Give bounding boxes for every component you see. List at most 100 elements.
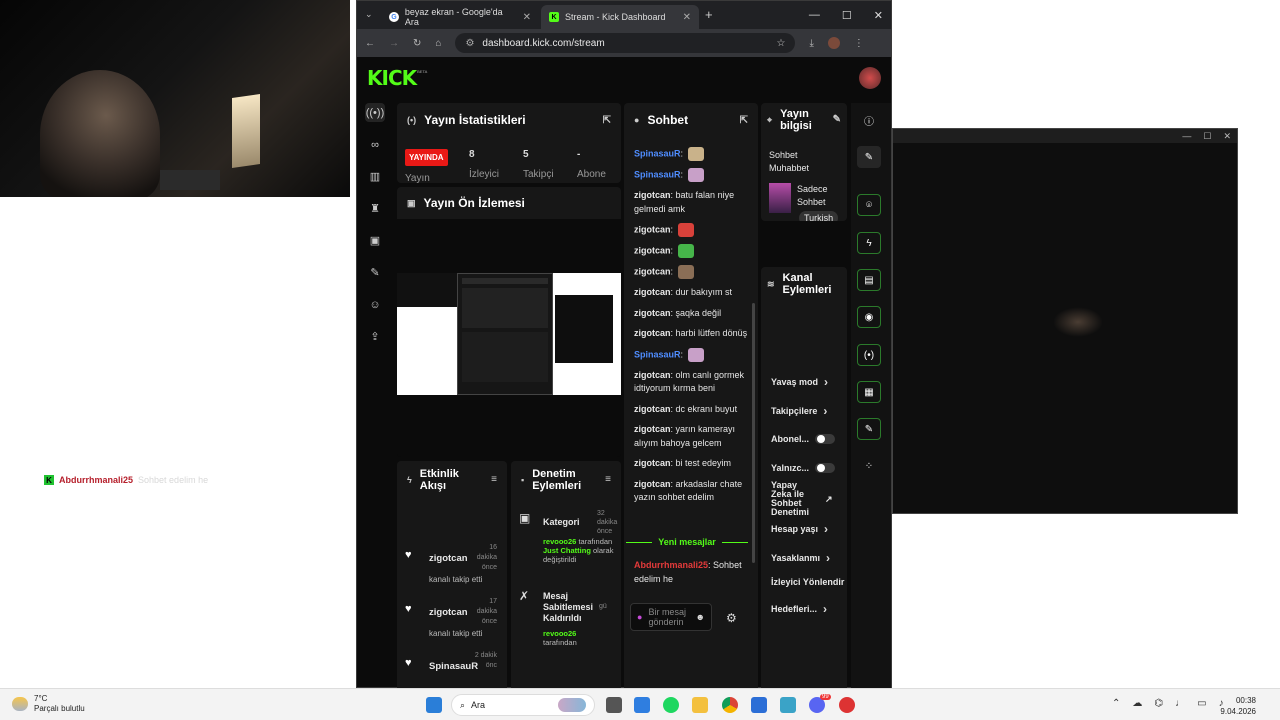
reload-icon[interactable]: ↻	[413, 38, 421, 49]
new-tab-button[interactable]: +	[705, 7, 713, 22]
chat-username[interactable]: zigotcan	[634, 458, 671, 468]
chat-username[interactable]: zigotcan	[634, 370, 671, 380]
category-thumbnail[interactable]	[769, 183, 791, 213]
chat-message-list[interactable]: SpinasauR: SpinasauR: zigotcan: batu fal…	[634, 147, 752, 547]
maximize-icon[interactable]: ☐	[1203, 131, 1211, 142]
chat-username[interactable]: zigotcan	[634, 308, 671, 318]
stream-nav-icon[interactable]: ((•))	[365, 103, 385, 122]
toggle-switch[interactable]	[815, 434, 835, 444]
forward-icon[interactable]: →	[389, 38, 399, 49]
chat-username[interactable]: zigotcan	[634, 190, 671, 200]
chat-scrollbar[interactable]	[752, 303, 755, 563]
tab-close-icon[interactable]: ✕	[683, 12, 691, 23]
video-nav-icon[interactable]: ▣	[365, 231, 385, 250]
chat-username[interactable]: zigotcan	[634, 287, 671, 297]
chat-username[interactable]: zigotcan	[634, 245, 671, 255]
info-icon[interactable]: ⓘ	[857, 109, 881, 131]
spotify-icon[interactable]	[663, 697, 679, 713]
community-nav-icon[interactable]: ☺	[365, 295, 385, 314]
group-icon[interactable]: ⁘	[857, 455, 881, 477]
tag-chip[interactable]: Turkish	[799, 211, 839, 221]
toggle-switch[interactable]	[815, 463, 836, 473]
mod-user-link[interactable]: revooo26	[543, 537, 576, 546]
mic-tray-icon[interactable]: ♩	[1175, 698, 1185, 709]
stream-preview-frame[interactable]	[397, 273, 621, 395]
notes-icon[interactable]: ▤	[857, 269, 881, 291]
edit-icon[interactable]: ✎	[857, 146, 881, 168]
home-icon[interactable]: ⌂	[435, 38, 441, 49]
category-name[interactable]: Sadece Sohbet	[797, 183, 843, 209]
channel-action-item[interactable]: Yavaş mod ›	[771, 375, 828, 389]
analytics-nav-icon[interactable]: ▥	[365, 167, 385, 186]
download-icon[interactable]: ⤓	[809, 38, 813, 49]
channel-action-item[interactable]: Yalnızc...	[771, 463, 836, 473]
store-icon[interactable]	[634, 697, 650, 713]
chat-input[interactable]: ● Bir mesaj gönderin ☻	[630, 603, 712, 631]
chat-username[interactable]: SpinasauR	[634, 349, 681, 359]
channel-action-item[interactable]: Abonel...	[771, 434, 835, 444]
filter-icon[interactable]: ≡	[491, 474, 497, 486]
broadcast-icon[interactable]: (•)	[857, 344, 881, 366]
file-explorer-icon[interactable]	[692, 697, 708, 713]
clock[interactable]: 00:38 9.04.2026	[1220, 695, 1256, 717]
chat-username[interactable]: Abdurrhmanali25	[634, 560, 708, 570]
chat-username[interactable]: SpinasauR	[634, 169, 681, 179]
wrench-icon[interactable]: ✎	[857, 418, 881, 440]
chat-username[interactable]: SpinasauR	[634, 148, 681, 158]
tab-close-icon[interactable]: ✕	[523, 12, 531, 23]
mail-icon[interactable]	[751, 697, 767, 713]
chat-username[interactable]: zigotcan	[634, 224, 671, 234]
profile-icon[interactable]	[827, 37, 840, 49]
chat-username[interactable]: zigotcan	[634, 328, 671, 338]
kick-logo[interactable]: KICK	[367, 66, 417, 90]
wrench-nav-icon[interactable]: ✎	[365, 263, 385, 282]
tab-google[interactable]: G beyaz ekran - Google'da Ara ✕	[381, 5, 539, 29]
back-icon[interactable]: ←	[365, 38, 375, 49]
url-field[interactable]: ⚙ dashboard.kick.com/stream ☆	[455, 33, 796, 53]
channel-action-item[interactable]: Yapay Zeka ile Sohbet Denetimi ↗	[771, 481, 833, 517]
mod-category-link[interactable]: Just Chatting	[543, 546, 591, 555]
mic-icon[interactable]: ●	[637, 612, 642, 622]
chat-popout-icon[interactable]: ⇱	[740, 115, 748, 126]
network-icon[interactable]: ⌬	[1154, 698, 1163, 709]
channel-action-item[interactable]: Hedefleri... ›	[771, 602, 827, 616]
minimize-icon[interactable]: —	[1182, 131, 1191, 141]
app-icon[interactable]	[780, 697, 796, 713]
mod-user-link[interactable]: revooo26	[543, 629, 576, 638]
chevron-up-icon[interactable]: ⌃	[1112, 698, 1120, 709]
display-icon[interactable]: ▭	[1197, 698, 1206, 709]
channel-action-item[interactable]: Takipçilere ›	[771, 404, 827, 418]
bookmark-star-icon[interactable]: ☆	[776, 38, 785, 49]
task-view-icon[interactable]	[606, 697, 622, 713]
activity-username[interactable]: zigotcan	[429, 607, 468, 618]
close-button[interactable]: ✕	[874, 9, 883, 22]
tab-search-icon[interactable]: ⌄	[365, 9, 373, 20]
user-avatar[interactable]	[859, 67, 881, 89]
chrome-icon[interactable]	[722, 697, 738, 713]
chat-username[interactable]: zigotcan	[634, 266, 671, 276]
link-nav-icon[interactable]: ∞	[365, 135, 385, 154]
weather-widget[interactable]: 7°C Parçalı bulutlu	[12, 694, 85, 714]
mod-filter-icon[interactable]: ≡	[605, 474, 611, 486]
site-info-icon[interactable]: ⚙	[465, 38, 474, 49]
start-icon[interactable]	[426, 697, 442, 713]
chat-username[interactable]: zigotcan	[634, 479, 671, 489]
edit-info-icon[interactable]: ✎	[833, 114, 841, 126]
taskbar-search[interactable]: ⌕ Ara	[451, 694, 595, 716]
minimize-button[interactable]: —	[809, 9, 820, 21]
channel-action-item[interactable]: İzleyici Yönlendir	[771, 577, 844, 587]
menu-icon[interactable]: ⋮	[854, 38, 864, 49]
cloud-icon[interactable]: ☁	[1132, 698, 1142, 709]
trophy-nav-icon[interactable]: ♜	[365, 199, 385, 218]
upload-nav-icon[interactable]: ⇪	[365, 327, 385, 346]
emoji-icon[interactable]: ☻	[696, 612, 705, 622]
chat-icon[interactable]: ◉	[857, 306, 881, 328]
channel-action-item[interactable]: Hesap yaşı ›	[771, 522, 828, 536]
screenshot-icon[interactable]: ⌾	[857, 194, 881, 216]
activity-username[interactable]: zigotcan	[429, 553, 468, 564]
layout-icon[interactable]: ▦	[857, 381, 881, 403]
close-icon[interactable]: ✕	[1223, 131, 1231, 142]
chat-username[interactable]: zigotcan	[634, 404, 671, 414]
chat-username[interactable]: zigotcan	[634, 424, 671, 434]
chat-settings-icon[interactable]: ⚙	[726, 611, 737, 625]
